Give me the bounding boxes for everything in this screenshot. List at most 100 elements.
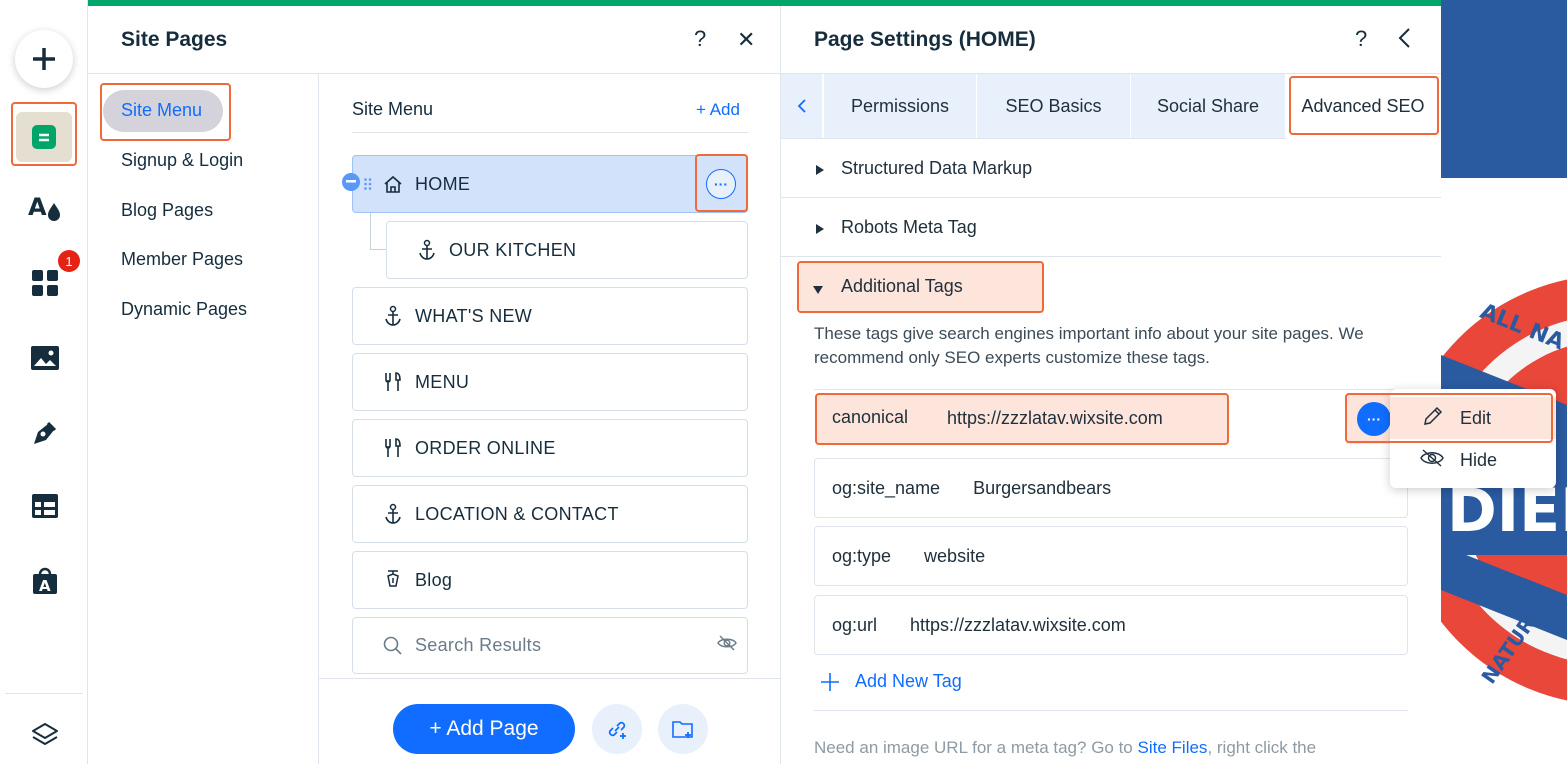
site-pages-panel: Site Pages ? ✕ Site Menu Signup & Login … [88,0,781,764]
section-structured-data[interactable]: Structured Data Markup [841,158,1032,179]
more-actions-icon[interactable]: ··· [706,169,736,199]
add-folder-button[interactable] [658,704,708,754]
page-label: MENU [415,371,470,392]
tab-social-share[interactable]: Social Share [1131,74,1286,138]
page-row-our-kitchen[interactable]: OUR KITCHEN [386,221,748,279]
column-divider [318,73,319,764]
rail-divider [5,693,83,694]
page-row-whats-new[interactable]: WHAT'S NEW [352,287,748,345]
blog-button[interactable] [22,410,68,456]
menu-item-hide[interactable]: Hide [1390,439,1556,481]
page-row-order-online[interactable]: ORDER ONLINE [352,419,748,477]
tag-row[interactable]: og:url https://zzzlatav.wixsite.com [814,595,1408,655]
tag-name: og:type [832,545,892,566]
page-row-location-contact[interactable]: LOCATION & CONTACT [352,485,748,543]
anchor-icon [383,503,403,525]
theme-icon: A [28,193,60,221]
page-label: Search Results [415,635,542,655]
anchor-icon [417,239,437,261]
tag-value: Burgersandbears [973,477,1112,498]
badge-text: S [1443,291,1459,316]
page-row-blog[interactable]: Blog [352,551,748,609]
category-dynamic-pages[interactable]: Dynamic Pages [121,299,247,320]
category-site-menu[interactable]: Site Menu [121,100,202,121]
settings-title: Page Settings (HOME) [814,28,1036,51]
store-button[interactable]: A [22,558,68,604]
settings-help-button[interactable]: ? [1355,26,1367,52]
tab-advanced-seo[interactable]: Advanced SEO [1286,74,1441,138]
tags-divider [814,389,1408,390]
section-additional-tags[interactable]: Additional Tags [841,276,963,297]
tab-permissions[interactable]: Permissions [824,74,977,138]
help-button[interactable]: ? [694,26,706,52]
editor-canvas: DIENTS ALL NA S NATURAL UAL [1441,0,1567,764]
link-plus-icon [608,721,626,739]
settings-back-button[interactable] [1397,26,1411,55]
page-label: HOME [415,173,471,194]
tree-line [370,213,371,250]
category-signup-login[interactable]: Signup & Login [121,150,243,171]
tag-row[interactable]: og:type website [814,526,1408,586]
media-button[interactable] [22,335,68,381]
page-label: Blog [415,569,453,590]
add-link[interactable]: + Add [696,100,740,120]
page-label: OUR KITCHEN [449,239,577,260]
pencil-icon [1422,405,1444,432]
tag-name: canonical [832,407,909,427]
header-divider [88,73,781,74]
category-blog-pages[interactable]: Blog Pages [121,200,213,221]
footer-text: Need an image URL for a meta tag? Go to [814,738,1133,757]
pages-menu-button[interactable] [16,112,72,162]
page-row-search-results[interactable]: Search Results [352,617,748,674]
add-page-button[interactable]: + Add Page [393,704,575,754]
search-icon [383,636,403,656]
add-link-button[interactable] [592,704,642,754]
chevron-left-icon [797,99,806,113]
page-row-menu[interactable]: MENU [352,353,748,411]
drag-handle-icon[interactable] [364,177,372,195]
footer-divider [319,678,781,679]
footer-note: Need an image URL for a meta tag? Go to … [814,738,1316,758]
collapse-icon[interactable] [342,173,360,191]
anchor-icon [383,305,403,327]
category-member-pages[interactable]: Member Pages [121,249,243,270]
tag-name: og:site_name [832,477,941,498]
section-divider [781,256,1441,257]
add-tag-plus-icon[interactable] [820,672,840,697]
menu-item-edit[interactable]: Edit [1390,397,1556,439]
tab-seo-basics[interactable]: SEO Basics [977,74,1131,138]
tag-row[interactable]: og:site_name Burgersandbears [814,458,1408,518]
close-button[interactable]: ✕ [737,27,755,53]
home-icon [383,174,403,194]
layers-button[interactable] [22,712,68,758]
page-label: ORDER ONLINE [415,437,556,458]
footer-divider [814,710,1408,711]
apps-icon [32,270,58,296]
expand-icon[interactable] [815,163,825,181]
pen-icon [34,421,57,444]
store-icon: A [33,567,57,595]
cutlery-icon [383,372,403,392]
site-files-link[interactable]: Site Files [1138,738,1208,757]
eye-off-icon [1420,448,1444,473]
add-elements-button[interactable] [15,30,73,88]
collapse-triangle-icon[interactable] [812,282,824,300]
page-settings-panel: Page Settings (HOME) ? Permissions SEO B… [781,0,1446,764]
top-accent-bar [781,0,1441,6]
cutlery-icon [383,438,403,458]
tag-value: website [924,545,986,566]
folder-plus-icon [672,721,693,738]
cms-button[interactable] [22,483,68,529]
expand-icon[interactable] [815,222,825,240]
design-button[interactable]: A [22,185,68,231]
canvas-header-block [1441,0,1567,178]
tag-more-actions-icon[interactable]: ··· [1357,402,1391,436]
section-robots-meta[interactable]: Robots Meta Tag [841,217,977,238]
page-label: WHAT'S NEW [415,305,533,326]
tabs-scroll-left[interactable] [781,74,823,138]
top-accent-bar [88,0,781,6]
add-new-tag-button[interactable]: Add New Tag [855,671,962,692]
panel-title: Site Pages [121,28,228,51]
list-header: Site Menu [352,99,434,119]
page-row-home[interactable]: HOME [352,155,748,213]
